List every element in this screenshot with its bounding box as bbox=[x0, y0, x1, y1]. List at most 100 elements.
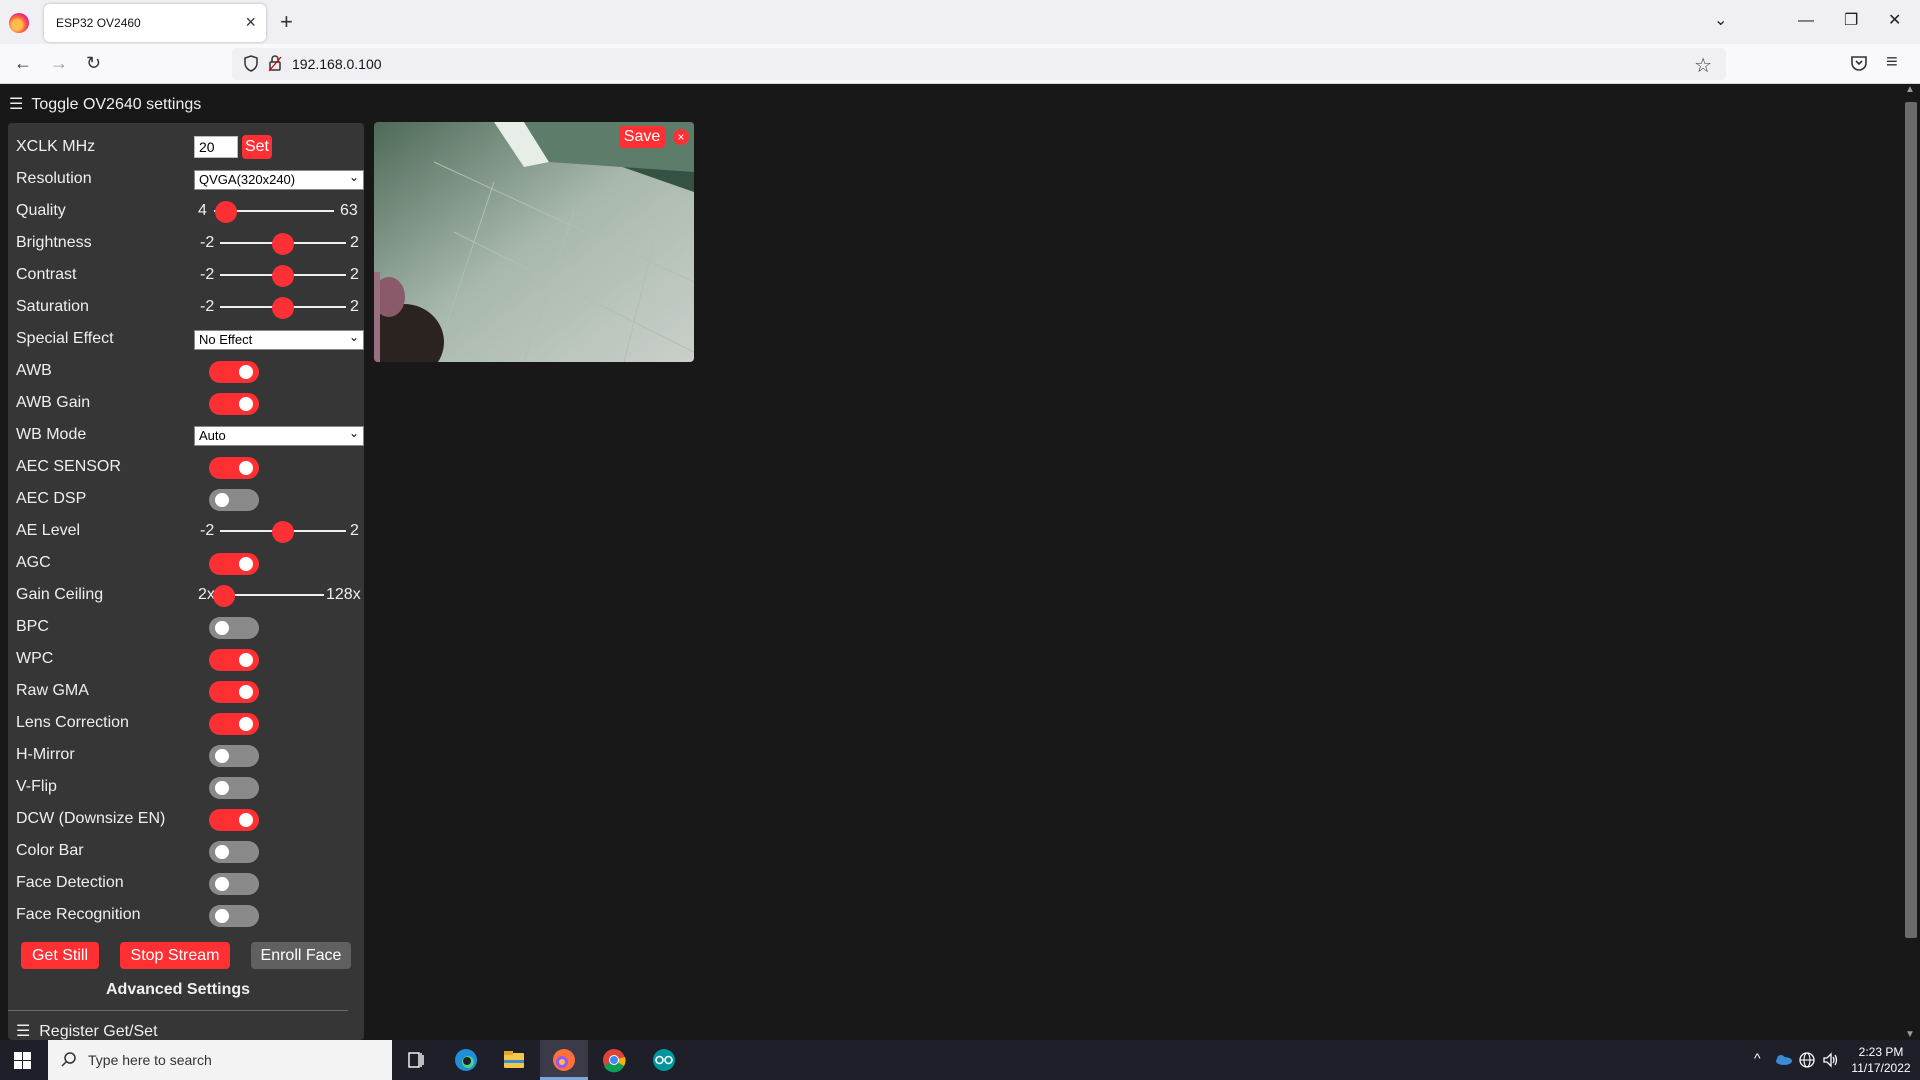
awb-gain-row: AWB Gain bbox=[16, 387, 362, 419]
camera-stream[interactable] bbox=[374, 122, 694, 362]
gain-ceiling-max: 128x bbox=[326, 586, 361, 603]
h-mirror-toggle[interactable] bbox=[209, 745, 259, 767]
network-icon[interactable] bbox=[1798, 1051, 1816, 1069]
lock-icon[interactable] bbox=[268, 55, 282, 72]
wb-mode-value: Auto bbox=[199, 428, 226, 443]
toggle-knob bbox=[239, 397, 253, 411]
firefox-taskbar-icon[interactable] bbox=[540, 1040, 588, 1080]
restore-icon[interactable]: ❐ bbox=[1844, 10, 1858, 32]
edge-icon[interactable] bbox=[442, 1040, 490, 1080]
raw-gma-label: Raw GMA bbox=[16, 682, 89, 699]
aec-dsp-label: AEC DSP bbox=[16, 490, 87, 507]
chevron-up-icon[interactable]: ^ bbox=[1754, 1050, 1761, 1066]
chevron-down-icon: ⌄ bbox=[348, 426, 359, 440]
chevron-down-icon[interactable]: ⌄ bbox=[1714, 10, 1727, 32]
color-bar-toggle[interactable] bbox=[209, 841, 259, 863]
task-view-icon[interactable] bbox=[392, 1040, 440, 1080]
ae-level-slider-thumb[interactable] bbox=[272, 521, 294, 543]
enroll-face-button[interactable]: Enroll Face bbox=[251, 942, 351, 969]
minimize-icon[interactable]: — bbox=[1798, 10, 1814, 32]
resolution-row: Resolution QVGA(320x240) ⌄ bbox=[16, 163, 364, 195]
arduino-icon[interactable] bbox=[640, 1040, 688, 1080]
toggle-knob bbox=[215, 877, 229, 891]
plus-icon[interactable]: + bbox=[280, 9, 293, 35]
raw-gma-toggle[interactable] bbox=[209, 681, 259, 703]
contrast-slider-thumb[interactable] bbox=[272, 265, 294, 287]
quality-slider-thumb[interactable] bbox=[215, 201, 238, 223]
aec-sensor-label: AEC SENSOR bbox=[16, 458, 121, 475]
scroll-down-icon[interactable]: ▼ bbox=[1905, 1029, 1915, 1040]
stop-stream-button[interactable]: Stop Stream bbox=[120, 942, 230, 969]
volume-icon[interactable] bbox=[1822, 1051, 1840, 1069]
menu-icon[interactable]: ≡ bbox=[1886, 51, 1898, 74]
toggle-knob bbox=[215, 493, 229, 507]
special-effect-value: No Effect bbox=[199, 332, 253, 347]
aec-dsp-toggle[interactable] bbox=[209, 489, 259, 511]
v-flip-toggle[interactable] bbox=[209, 777, 259, 799]
shield-icon[interactable] bbox=[244, 55, 258, 72]
firefox-icon[interactable] bbox=[9, 13, 29, 33]
quality-min: 4 bbox=[198, 202, 207, 219]
face-detection-toggle[interactable] bbox=[209, 873, 259, 895]
saturation-slider-thumb[interactable] bbox=[272, 297, 294, 319]
chrome-icon[interactable] bbox=[590, 1040, 638, 1080]
special-effect-label: Special Effect bbox=[16, 330, 114, 347]
wb-mode-select[interactable]: Auto ⌄ bbox=[194, 426, 364, 446]
star-icon[interactable]: ☆ bbox=[1694, 53, 1712, 78]
get-still-button[interactable]: Get Still bbox=[21, 942, 99, 969]
wpc-label: WPC bbox=[16, 650, 54, 667]
register-get-set-toggle[interactable]: ☰ Register Get/Set bbox=[16, 1021, 158, 1041]
bpc-toggle[interactable] bbox=[209, 617, 259, 639]
tab-title: ESP32 OV2460 bbox=[56, 16, 141, 30]
lens-correction-toggle[interactable] bbox=[209, 713, 259, 735]
xclk-input[interactable]: 20 bbox=[194, 136, 238, 158]
brightness-label: Brightness bbox=[16, 234, 92, 251]
contrast-row: Contrast -2 2 bbox=[16, 259, 362, 291]
taskbar-clock[interactable]: 2:23 PM 11/17/2022 bbox=[1846, 1044, 1916, 1076]
contrast-min: -2 bbox=[200, 266, 215, 283]
reload-icon[interactable]: ↻ bbox=[86, 52, 101, 74]
toggle-knob bbox=[215, 621, 229, 635]
toggle-settings[interactable]: ☰ Toggle OV2640 settings bbox=[9, 94, 201, 114]
pocket-icon[interactable] bbox=[1850, 54, 1868, 72]
resolution-select[interactable]: QVGA(320x240) ⌄ bbox=[194, 170, 364, 190]
browser-tab[interactable]: ESP32 OV2460 × bbox=[44, 4, 266, 42]
taskbar-search[interactable]: Type here to search bbox=[48, 1040, 392, 1080]
url-text: 192.168.0.100 bbox=[292, 56, 382, 72]
xclk-label: XCLK MHz bbox=[16, 138, 96, 155]
xclk-set-button[interactable]: Set bbox=[242, 135, 272, 159]
close-icon[interactable]: × bbox=[245, 12, 256, 32]
resolution-label: Resolution bbox=[16, 170, 92, 187]
wpc-toggle[interactable] bbox=[209, 649, 259, 671]
lens-correction-label: Lens Correction bbox=[16, 714, 129, 731]
hamburger-icon: ☰ bbox=[9, 96, 24, 113]
dcw-toggle[interactable] bbox=[209, 809, 259, 831]
ae-level-row: AE Level -2 2 bbox=[16, 515, 362, 547]
forward-icon[interactable]: → bbox=[50, 52, 68, 74]
file-explorer-icon[interactable] bbox=[490, 1040, 538, 1080]
divider bbox=[8, 1010, 348, 1011]
awb-gain-toggle[interactable] bbox=[209, 393, 259, 415]
contrast-label: Contrast bbox=[16, 266, 77, 283]
back-icon[interactable]: ← bbox=[14, 52, 32, 74]
save-button[interactable]: Save bbox=[619, 126, 665, 148]
awb-toggle[interactable] bbox=[209, 361, 259, 383]
gain-ceiling-slider-thumb[interactable] bbox=[213, 585, 235, 607]
face-recognition-toggle[interactable] bbox=[209, 905, 259, 927]
close-stream-icon[interactable]: × bbox=[673, 129, 689, 145]
brightness-slider-thumb[interactable] bbox=[272, 233, 294, 255]
url-bar[interactable]: 192.168.0.100 ☆ bbox=[232, 48, 1726, 80]
onedrive-icon[interactable] bbox=[1774, 1052, 1792, 1066]
special-effect-select[interactable]: No Effect ⌄ bbox=[194, 330, 364, 350]
windows-start-icon[interactable] bbox=[14, 1052, 31, 1069]
close-window-icon[interactable]: ✕ bbox=[1888, 10, 1901, 32]
h-mirror-row: H-Mirror bbox=[16, 739, 362, 771]
scrollbar[interactable]: ▲ ▼ bbox=[1900, 84, 1920, 1040]
face-recognition-label: Face Recognition bbox=[16, 906, 141, 923]
brightness-row: Brightness -2 2 bbox=[16, 227, 362, 259]
scroll-up-icon[interactable]: ▲ bbox=[1905, 84, 1915, 95]
scrollbar-thumb[interactable] bbox=[1905, 102, 1917, 938]
gain-ceiling-slider[interactable] bbox=[224, 594, 324, 596]
aec-sensor-toggle[interactable] bbox=[209, 457, 259, 479]
agc-toggle[interactable] bbox=[209, 553, 259, 575]
